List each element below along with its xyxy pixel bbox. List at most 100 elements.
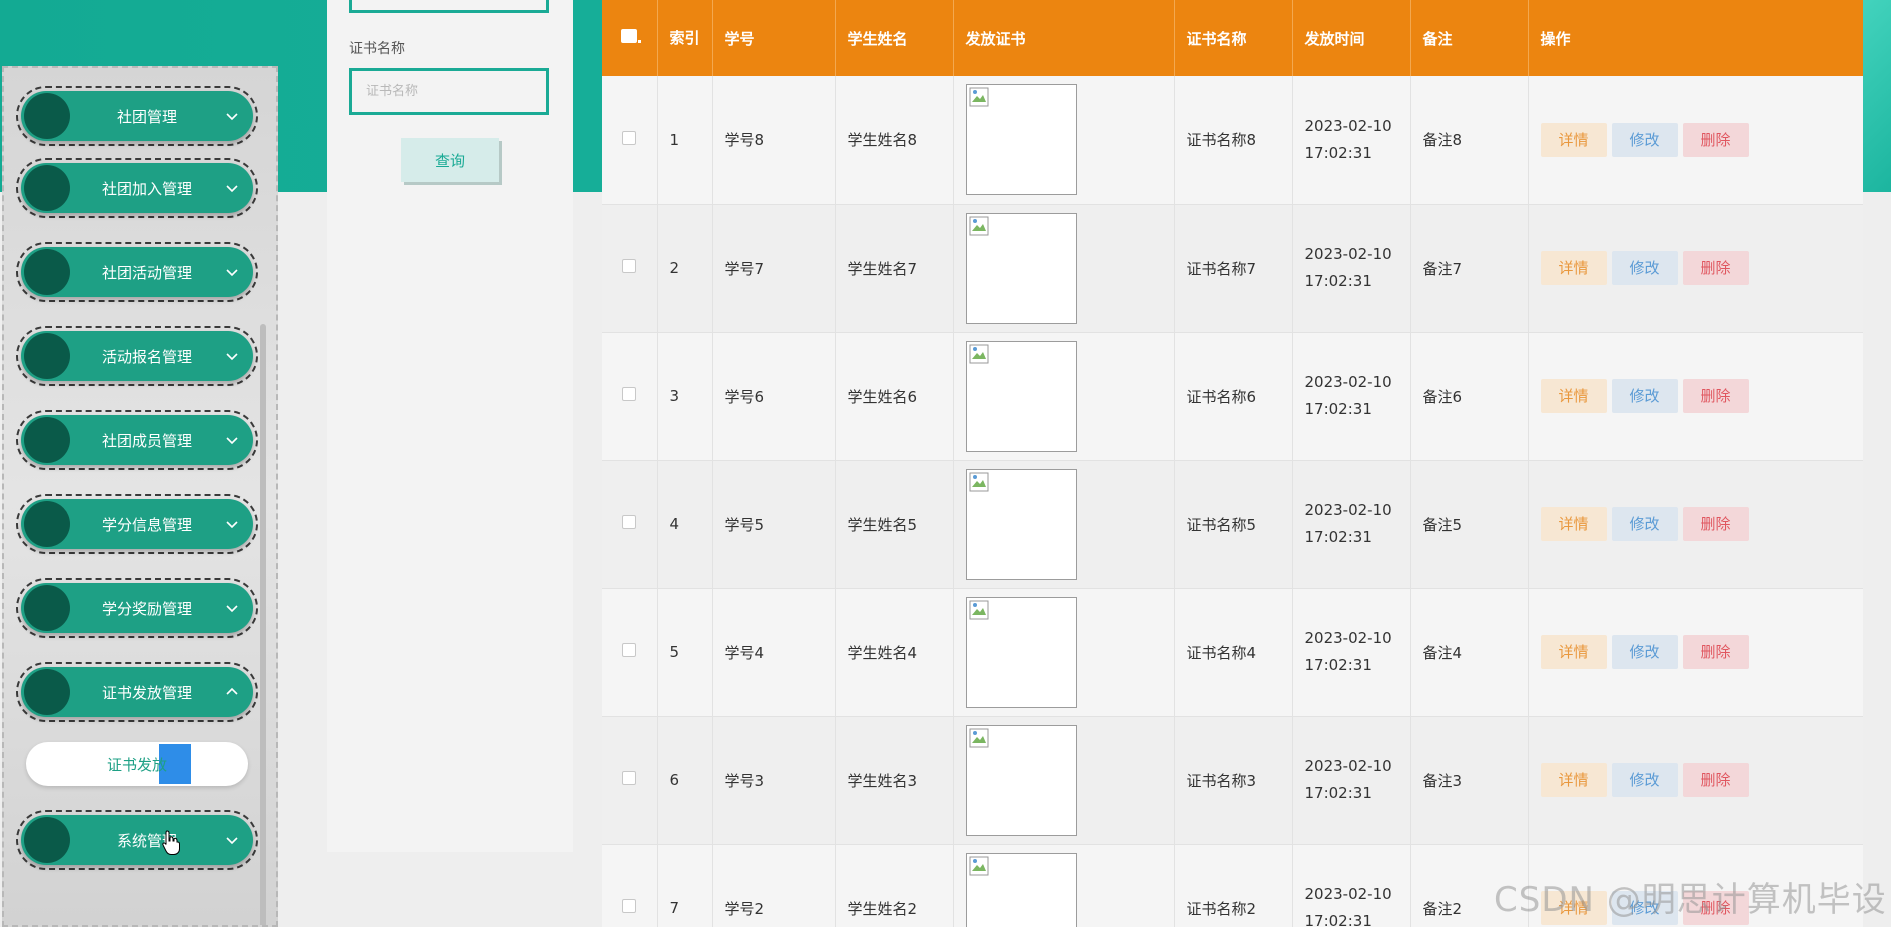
cell-student-no: 学号4	[712, 588, 836, 717]
cell-remark: 备注5	[1410, 460, 1529, 589]
checkbox-icon	[621, 29, 642, 43]
edit-button[interactable]: 修改	[1611, 763, 1678, 797]
edit-button[interactable]: 修改	[1611, 635, 1678, 669]
col-header-issue-time: 发放时间	[1292, 0, 1411, 76]
menu-label: 学分奖励管理	[101, 599, 192, 618]
cell-student-no: 学号5	[712, 460, 836, 589]
issue-date: 2023-02-10	[1304, 629, 1392, 647]
chevron-down-icon	[226, 113, 238, 121]
certificate-image[interactable]	[965, 852, 1077, 927]
certificate-image[interactable]	[965, 596, 1077, 708]
delete-button[interactable]: 删除	[1682, 122, 1749, 157]
menu-circle-icon	[24, 249, 70, 295]
menu-item-club-member[interactable]: 社团成员管理	[16, 410, 258, 470]
menu-label: 学分信息管理	[101, 515, 192, 534]
menu-label: 社团管理	[116, 107, 177, 126]
menu-pill: 活动报名管理	[21, 331, 253, 381]
menu-item-club[interactable]: 社团管理	[16, 86, 258, 146]
cell-certificate-image	[953, 716, 1175, 845]
delete-button[interactable]: 删除	[1682, 635, 1749, 669]
chevron-down-icon	[226, 837, 238, 845]
cell-index: 7	[657, 844, 713, 927]
detail-button[interactable]: 详情	[1540, 379, 1607, 413]
delete-button[interactable]: 删除	[1682, 763, 1749, 797]
col-header-certificate-image: 发放证书	[953, 0, 1175, 76]
chevron-down-icon	[226, 185, 238, 193]
cell-actions: 详情 修改 删除	[1528, 204, 1863, 333]
hand-pointer-icon	[162, 830, 180, 855]
menu-label: 系统管理	[116, 831, 177, 850]
menu-circle-icon	[24, 165, 70, 211]
checkbox-icon	[622, 130, 637, 145]
cell-remark: 备注3	[1410, 716, 1529, 845]
cert-name-input[interactable]	[349, 68, 549, 115]
row-checkbox[interactable]	[602, 76, 658, 205]
checkbox-icon	[622, 259, 637, 273]
cell-actions: 详情 修改 删除	[1528, 460, 1863, 589]
submenu-item-certificate-issue[interactable]: 证书发放	[26, 742, 248, 786]
row-checkbox[interactable]	[602, 588, 658, 717]
edit-button[interactable]: 修改	[1611, 379, 1678, 413]
issue-clock: 17:02:31	[1304, 528, 1372, 546]
cell-index: 6	[657, 716, 713, 845]
row-checkbox[interactable]	[602, 460, 658, 589]
row-checkbox[interactable]	[602, 204, 658, 333]
checkbox-icon	[622, 899, 637, 913]
menu-item-club-join[interactable]: 社团加入管理	[16, 158, 258, 218]
table-row: 2 学号7 学生姓名7 证书名称7 2023-02-10 17:02:31 备注7…	[602, 204, 1863, 333]
edit-button[interactable]: 修改	[1611, 122, 1678, 157]
cell-issue-time: 2023-02-10 17:02:31	[1292, 460, 1411, 589]
cell-student-name: 学生姓名3	[835, 716, 954, 845]
submenu-label: 证书发放	[106, 755, 167, 774]
select-all-checkbox[interactable]	[602, 0, 658, 76]
certificate-image[interactable]	[965, 212, 1077, 324]
row-checkbox[interactable]	[602, 716, 658, 845]
detail-button[interactable]: 详情	[1540, 763, 1607, 797]
broken-image-icon	[969, 216, 988, 235]
detail-button[interactable]: 详情	[1540, 507, 1607, 541]
delete-button[interactable]: 删除	[1682, 507, 1749, 541]
edit-button[interactable]: 修改	[1611, 251, 1678, 285]
detail-button[interactable]: 详情	[1540, 251, 1607, 285]
cell-index: 1	[657, 76, 713, 205]
certificate-image[interactable]	[965, 340, 1077, 452]
delete-button[interactable]: 删除	[1682, 251, 1749, 285]
issue-clock: 17:02:31	[1304, 656, 1372, 674]
menu-item-certificate[interactable]: 证书发放管理	[16, 662, 258, 722]
detail-button[interactable]: 详情	[1540, 122, 1607, 157]
cell-certificate-name: 证书名称4	[1174, 588, 1293, 717]
cell-student-name: 学生姓名5	[835, 460, 954, 589]
row-checkbox[interactable]	[602, 332, 658, 461]
checkbox-icon	[622, 771, 637, 785]
query-button[interactable]: 查询	[401, 138, 499, 182]
cell-student-name: 学生姓名2	[835, 844, 954, 927]
search-input-cutoff[interactable]	[349, 0, 549, 13]
delete-button[interactable]: 删除	[1682, 379, 1749, 413]
cell-index: 3	[657, 332, 713, 461]
cell-index: 2	[657, 204, 713, 333]
menu-item-system[interactable]: 系统管理	[16, 810, 258, 870]
menu-label: 活动报名管理	[101, 347, 192, 366]
sidebar-scrollbar[interactable]	[260, 324, 266, 925]
cell-certificate-name: 证书名称2	[1174, 844, 1293, 927]
edit-button[interactable]: 修改	[1611, 507, 1678, 541]
menu-item-activity-signup[interactable]: 活动报名管理	[16, 326, 258, 386]
menu-item-credit-info[interactable]: 学分信息管理	[16, 494, 258, 554]
cell-certificate-image	[953, 844, 1175, 927]
certificate-image[interactable]	[965, 468, 1077, 580]
menu-item-club-activity[interactable]: 社团活动管理	[16, 242, 258, 302]
menu-item-credit-reward[interactable]: 学分奖励管理	[16, 578, 258, 638]
menu-pill: 社团活动管理	[21, 247, 253, 297]
certificate-image[interactable]	[965, 84, 1077, 196]
header-right-decoration	[1863, 0, 1891, 192]
certificate-image[interactable]	[965, 724, 1077, 836]
row-checkbox[interactable]	[602, 844, 658, 927]
col-header-certificate-name: 证书名称	[1174, 0, 1293, 76]
menu-pill: 系统管理	[21, 815, 253, 865]
detail-button[interactable]: 详情	[1540, 635, 1607, 669]
issue-clock: 17:02:31	[1304, 400, 1372, 418]
cell-student-no: 学号8	[712, 76, 836, 205]
menu-circle-icon	[24, 93, 70, 139]
table-row: 6 学号3 学生姓名3 证书名称3 2023-02-10 17:02:31 备注3…	[602, 716, 1863, 845]
chevron-down-icon	[226, 521, 238, 529]
